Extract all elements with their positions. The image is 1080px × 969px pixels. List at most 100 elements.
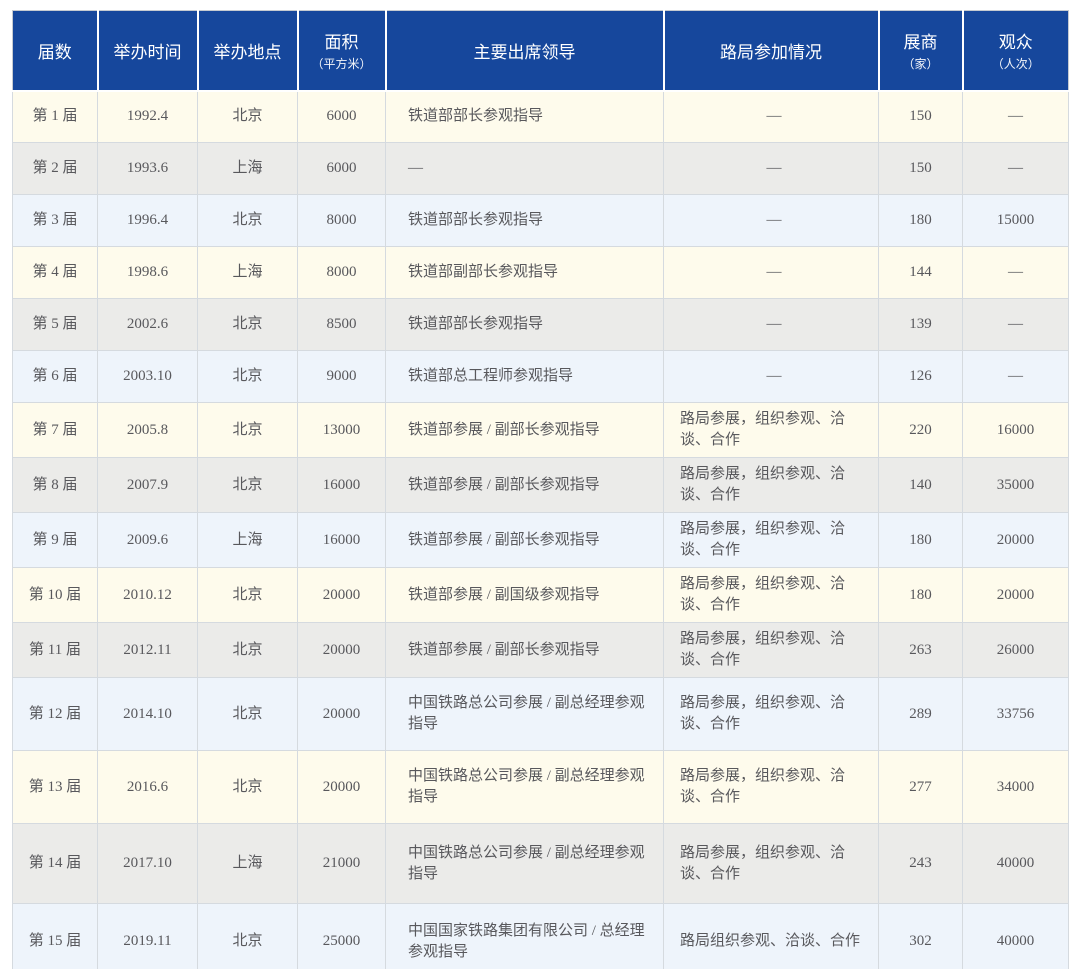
table-row: 第 3 届1996.4北京8000铁道部部长参观指导—18015000 xyxy=(13,195,1069,247)
cell-bureau: 路局参展，组织参观、洽谈、合作 xyxy=(664,513,879,568)
cell-session: 第 1 届 xyxy=(13,91,98,143)
cell-area: 20000 xyxy=(298,623,386,678)
cell-area: 13000 xyxy=(298,403,386,458)
cell-date: 2010.12 xyxy=(98,568,198,623)
cell-exhibitors: 126 xyxy=(879,351,963,403)
cell-date: 2007.9 xyxy=(98,458,198,513)
col-header-exhibitors: 展商 （家） xyxy=(879,11,963,91)
cell-session: 第 11 届 xyxy=(13,623,98,678)
cell-area: 16000 xyxy=(298,513,386,568)
col-header-leaders: 主要出席领导 xyxy=(386,11,664,91)
cell-city: 上海 xyxy=(198,513,298,568)
cell-session: 第 4 届 xyxy=(13,247,98,299)
cell-visitors: 20000 xyxy=(963,513,1069,568)
cell-session: 第 14 届 xyxy=(13,824,98,904)
cell-date: 2019.11 xyxy=(98,904,198,969)
cell-leaders: 铁道部参展 / 副部长参观指导 xyxy=(386,623,664,678)
cell-city: 北京 xyxy=(198,458,298,513)
col-header-visitors-label: 观众 xyxy=(968,28,1065,53)
cell-leaders: 铁道部参展 / 副部长参观指导 xyxy=(386,513,664,568)
cell-bureau: — xyxy=(664,351,879,403)
table-row: 第 6 届2003.10北京9000铁道部总工程师参观指导—126— xyxy=(13,351,1069,403)
col-header-location-label: 举办地点 xyxy=(203,38,293,63)
cell-visitors: — xyxy=(963,351,1069,403)
cell-visitors: — xyxy=(963,91,1069,143)
table-row: 第 5 届2002.6北京8500铁道部部长参观指导—139— xyxy=(13,299,1069,351)
cell-leaders: 铁道部部长参观指导 xyxy=(386,91,664,143)
cell-leaders: 铁道部部长参观指导 xyxy=(386,299,664,351)
cell-bureau: — xyxy=(664,195,879,247)
cell-area: 6000 xyxy=(298,143,386,195)
header-row: 届数 举办时间 举办地点 面积 （平方米） 主要出席领导 路局参加情况 xyxy=(13,11,1069,91)
cell-exhibitors: 180 xyxy=(879,568,963,623)
cell-leaders: 铁道部参展 / 副国级参观指导 xyxy=(386,568,664,623)
cell-session: 第 10 届 xyxy=(13,568,98,623)
cell-visitors: — xyxy=(963,299,1069,351)
table-row: 第 1 届1992.4北京6000铁道部部长参观指导—150— xyxy=(13,91,1069,143)
cell-leaders: 铁道部参展 / 副部长参观指导 xyxy=(386,403,664,458)
cell-bureau: 路局参展，组织参观、洽谈、合作 xyxy=(664,678,879,751)
cell-bureau: — xyxy=(664,91,879,143)
cell-area: 6000 xyxy=(298,91,386,143)
cell-city: 上海 xyxy=(198,143,298,195)
cell-area: 8000 xyxy=(298,195,386,247)
cell-bureau: 路局参展，组织参观、洽谈、合作 xyxy=(664,751,879,824)
cell-bureau: 路局参展，组织参观、洽谈、合作 xyxy=(664,458,879,513)
cell-date: 1993.6 xyxy=(98,143,198,195)
cell-visitors: 40000 xyxy=(963,904,1069,969)
cell-leaders: 中国国家铁路集团有限公司 / 总经理参观指导 xyxy=(386,904,664,969)
cell-city: 北京 xyxy=(198,403,298,458)
cell-exhibitors: 243 xyxy=(879,824,963,904)
cell-exhibitors: 180 xyxy=(879,513,963,568)
col-header-leaders-label: 主要出席领导 xyxy=(391,38,659,63)
cell-exhibitors: 277 xyxy=(879,751,963,824)
col-header-area-label: 面积 xyxy=(303,28,381,53)
cell-leaders: 铁道部部长参观指导 xyxy=(386,195,664,247)
table-header: 届数 举办时间 举办地点 面积 （平方米） 主要出席领导 路局参加情况 xyxy=(13,11,1069,91)
cell-date: 2009.6 xyxy=(98,513,198,568)
cell-bureau: 路局参展，组织参观、洽谈、合作 xyxy=(664,403,879,458)
cell-city: 北京 xyxy=(198,568,298,623)
cell-area: 9000 xyxy=(298,351,386,403)
col-header-date: 举办时间 xyxy=(98,11,198,91)
col-header-exhibitors-sub: （家） xyxy=(884,55,958,72)
cell-session: 第 12 届 xyxy=(13,678,98,751)
cell-exhibitors: 139 xyxy=(879,299,963,351)
col-header-session-label: 届数 xyxy=(17,38,93,63)
cell-leaders: 中国铁路总公司参展 / 副总经理参观指导 xyxy=(386,751,664,824)
cell-session: 第 8 届 xyxy=(13,458,98,513)
cell-area: 20000 xyxy=(298,751,386,824)
cell-session: 第 2 届 xyxy=(13,143,98,195)
cell-date: 2003.10 xyxy=(98,351,198,403)
cell-visitors: 33756 xyxy=(963,678,1069,751)
cell-bureau: — xyxy=(664,143,879,195)
cell-area: 21000 xyxy=(298,824,386,904)
cell-session: 第 15 届 xyxy=(13,904,98,969)
cell-bureau: — xyxy=(664,299,879,351)
cell-exhibitors: 144 xyxy=(879,247,963,299)
cell-date: 2017.10 xyxy=(98,824,198,904)
cell-exhibitors: 263 xyxy=(879,623,963,678)
table-row: 第 14 届2017.10上海21000中国铁路总公司参展 / 副总经理参观指导… xyxy=(13,824,1069,904)
cell-visitors: 34000 xyxy=(963,751,1069,824)
cell-leaders: 中国铁路总公司参展 / 副总经理参观指导 xyxy=(386,678,664,751)
cell-city: 北京 xyxy=(198,751,298,824)
cell-date: 1996.4 xyxy=(98,195,198,247)
cell-city: 北京 xyxy=(198,351,298,403)
table-row: 第 2 届1993.6上海6000——150— xyxy=(13,143,1069,195)
cell-leaders: 中国铁路总公司参展 / 副总经理参观指导 xyxy=(386,824,664,904)
cell-date: 2005.8 xyxy=(98,403,198,458)
cell-date: 1992.4 xyxy=(98,91,198,143)
cell-exhibitors: 140 xyxy=(879,458,963,513)
cell-bureau: 路局参展，组织参观、洽谈、合作 xyxy=(664,623,879,678)
col-header-area-sub: （平方米） xyxy=(303,55,381,72)
cell-city: 上海 xyxy=(198,824,298,904)
cell-date: 1998.6 xyxy=(98,247,198,299)
cell-area: 16000 xyxy=(298,458,386,513)
table-row: 第 13 届2016.6北京20000中国铁路总公司参展 / 副总经理参观指导路… xyxy=(13,751,1069,824)
cell-visitors: — xyxy=(963,143,1069,195)
cell-visitors: 35000 xyxy=(963,458,1069,513)
cell-city: 北京 xyxy=(198,91,298,143)
cell-session: 第 13 届 xyxy=(13,751,98,824)
cell-exhibitors: 150 xyxy=(879,143,963,195)
